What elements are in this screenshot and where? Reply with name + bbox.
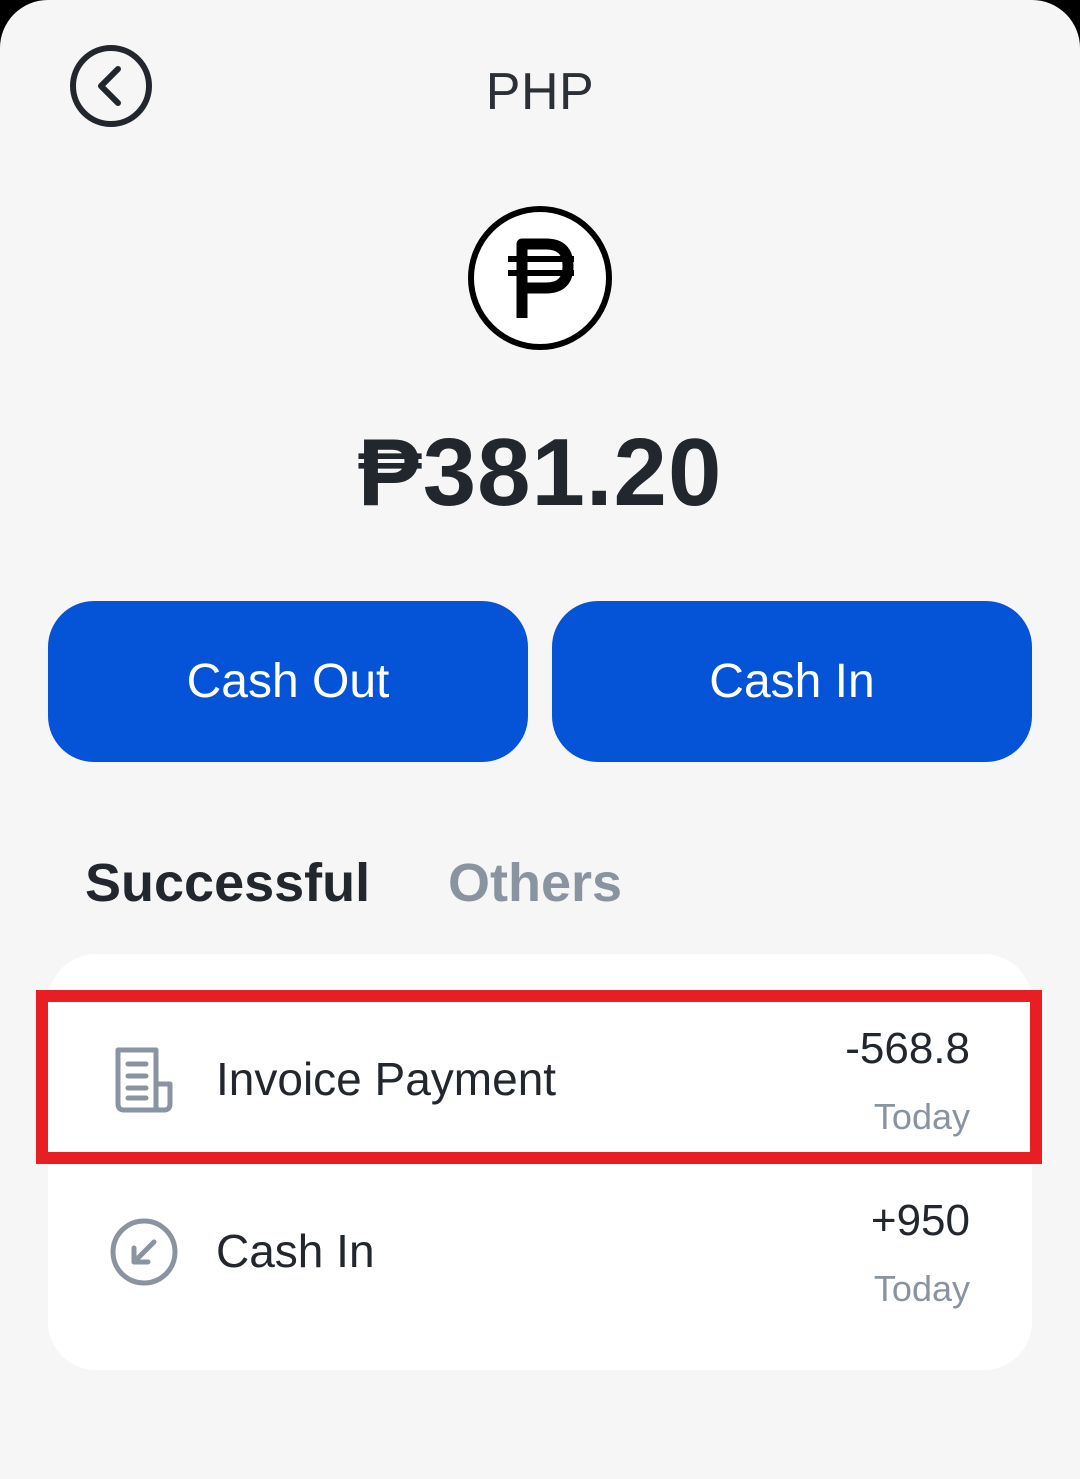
- balance-amount: ₱381.20: [357, 419, 723, 526]
- cash-out-button[interactable]: Cash Out: [48, 601, 528, 762]
- transaction-row-cash-in[interactable]: Cash In +950 Today: [48, 1166, 1032, 1338]
- transaction-amount: -568.8: [845, 1024, 970, 1073]
- cash-in-button[interactable]: Cash In: [552, 601, 1032, 762]
- arrow-down-left-circle-icon: [104, 1212, 184, 1292]
- invoice-icon: [104, 1040, 184, 1120]
- page-title: PHP: [485, 63, 595, 121]
- peso-sign-icon: [466, 204, 614, 352]
- tab-successful[interactable]: Successful: [85, 852, 370, 914]
- wallet-screen: PHP ₱381.20 Cash Out Cash In Successful …: [0, 0, 1080, 1479]
- transaction-date: Today: [873, 1096, 970, 1137]
- transaction-date: Today: [873, 1268, 970, 1309]
- transaction-row-invoice-payment[interactable]: Invoice Payment -568.8 Today: [48, 994, 1032, 1166]
- transaction-title: Cash In: [216, 1225, 375, 1277]
- transaction-title: Invoice Payment: [216, 1053, 557, 1105]
- transaction-amount: +950: [870, 1196, 970, 1245]
- tab-others[interactable]: Others: [448, 852, 622, 914]
